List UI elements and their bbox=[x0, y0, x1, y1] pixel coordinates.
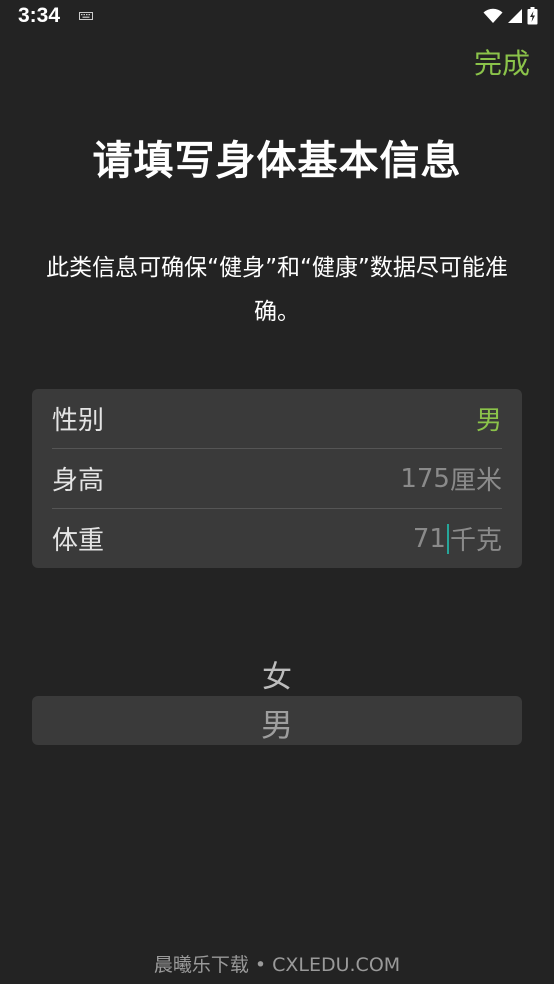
gender-label: 性别 bbox=[52, 406, 105, 436]
signal-icon bbox=[508, 9, 522, 23]
done-button[interactable]: 完成 bbox=[474, 42, 530, 82]
picker-option-male[interactable]: 男 bbox=[0, 700, 554, 746]
text-cursor bbox=[446, 523, 449, 554]
status-icons bbox=[483, 6, 538, 26]
picker-option-female[interactable]: 女 bbox=[0, 652, 554, 696]
status-bar: 3:34 bbox=[0, 0, 554, 34]
keyboard-icon bbox=[79, 12, 93, 20]
weight-label: 体重 bbox=[52, 526, 105, 556]
gender-row[interactable]: 性别 男 bbox=[52, 389, 502, 448]
watermark: 晨曦乐下载 • CXLEDU.COM bbox=[153, 954, 401, 976]
battery-icon bbox=[527, 7, 538, 25]
page-description: 此类信息可确保“健身”和“健康”数据尽可能准确。 bbox=[46, 255, 508, 325]
status-time: 3:34 bbox=[18, 4, 61, 27]
weight-value-group: 71 千克 bbox=[413, 520, 502, 557]
gender-value: 男 bbox=[475, 406, 502, 436]
height-row[interactable]: 身高 175 厘米 bbox=[52, 449, 502, 508]
height-value-group: 175 厘米 bbox=[400, 460, 502, 497]
height-unit: 厘米 bbox=[449, 466, 502, 496]
weight-unit: 千克 bbox=[449, 526, 502, 556]
weight-input[interactable]: 71 bbox=[413, 524, 446, 554]
body-info-card: 性别 男 身高 175 厘米 体重 71 千克 bbox=[32, 389, 522, 568]
page-title: 请填写身体基本信息 bbox=[92, 138, 462, 184]
height-label: 身高 bbox=[52, 466, 105, 496]
weight-row[interactable]: 体重 71 千克 bbox=[52, 509, 502, 568]
height-value: 175 bbox=[400, 463, 450, 494]
wifi-icon bbox=[483, 8, 503, 23]
